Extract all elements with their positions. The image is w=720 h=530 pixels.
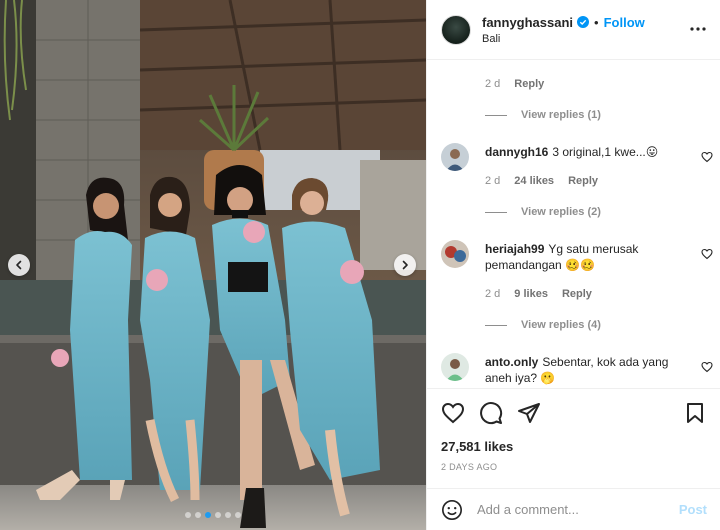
- heart-icon[interactable]: [701, 361, 713, 373]
- add-comment-bar: Post: [427, 488, 720, 530]
- author-avatar[interactable]: [441, 14, 471, 45]
- post-comment-button[interactable]: Post: [679, 502, 707, 517]
- comment-meta: 2 d Reply: [485, 78, 544, 90]
- post-header: fannyghassani • Follow Bali: [427, 0, 720, 60]
- heart-icon[interactable]: [701, 248, 713, 260]
- emoji-icon[interactable]: [441, 499, 463, 521]
- view-replies-button[interactable]: View replies (2): [485, 206, 601, 218]
- carousel-dot: [185, 512, 191, 518]
- verified-icon: [577, 16, 590, 28]
- comment-input[interactable]: [477, 502, 679, 517]
- photo-scene: [0, 0, 426, 530]
- commenter-username[interactable]: heriajah99: [485, 242, 544, 256]
- header-separator: •: [594, 14, 599, 30]
- reply-button[interactable]: Reply: [568, 175, 598, 187]
- chevron-right-icon: [402, 260, 408, 270]
- likes-count[interactable]: 27,581 likes: [441, 439, 513, 454]
- share-icon[interactable]: [517, 401, 541, 425]
- comment-likes[interactable]: 9 likes: [514, 288, 548, 300]
- carousel-dots: [0, 512, 426, 518]
- view-replies-button[interactable]: View replies (4): [485, 319, 601, 331]
- post-photo[interactable]: [0, 0, 426, 530]
- bookmark-icon[interactable]: [683, 401, 707, 425]
- carousel-next-button[interactable]: [394, 254, 416, 276]
- more-icon: [690, 27, 706, 31]
- comment-meta: 2 d 9 likes Reply: [485, 288, 592, 300]
- comments-list[interactable]: 2 d Reply View replies (1) dannygh16 3 or…: [427, 61, 720, 388]
- reply-button[interactable]: Reply: [514, 78, 544, 90]
- view-replies-button[interactable]: View replies (1): [485, 109, 601, 121]
- carousel-dot: [215, 512, 221, 518]
- carousel-prev-button[interactable]: [8, 254, 30, 276]
- post-date: 2 DAYS AGO: [441, 462, 498, 472]
- post-actions: 27,581 likes 2 DAYS AGO: [427, 388, 720, 503]
- comment-likes[interactable]: 24 likes: [514, 175, 554, 187]
- comment-time: 2 d: [485, 288, 501, 300]
- commenter-username[interactable]: dannygh16: [485, 145, 548, 159]
- comment-meta: 2 d 24 likes Reply: [485, 175, 598, 187]
- commenter-avatar[interactable]: [441, 143, 469, 171]
- post-location[interactable]: Bali: [482, 33, 645, 45]
- comment-time: 2 d: [485, 175, 501, 187]
- carousel-dot: [195, 512, 201, 518]
- heart-icon[interactable]: [441, 401, 465, 425]
- carousel-dot: [235, 512, 241, 518]
- comment-time: 2 d: [485, 78, 501, 90]
- carousel-dot: [225, 512, 231, 518]
- comment-icon[interactable]: [479, 401, 503, 425]
- more-options-button[interactable]: [689, 20, 707, 38]
- commenter-avatar[interactable]: [441, 353, 469, 381]
- commenter-avatar[interactable]: [441, 240, 469, 268]
- heart-icon[interactable]: [701, 151, 713, 163]
- chevron-left-icon: [16, 260, 22, 270]
- commenter-username[interactable]: anto.only: [485, 355, 538, 369]
- follow-button[interactable]: Follow: [604, 15, 645, 30]
- reply-button[interactable]: Reply: [562, 288, 592, 300]
- comment-text: 3 original,1 kwe...😛: [552, 145, 659, 159]
- carousel-dot: [205, 512, 211, 518]
- post-sidebar: fannyghassani • Follow Bali 2 d Reply Vi…: [426, 0, 720, 530]
- author-username[interactable]: fannyghassani: [482, 15, 573, 30]
